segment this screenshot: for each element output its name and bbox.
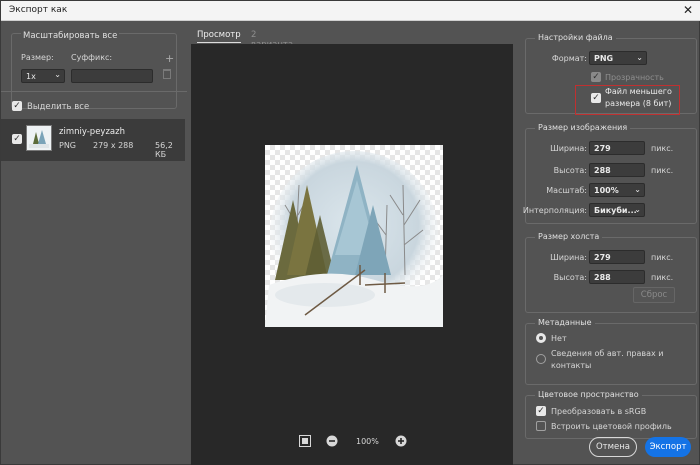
canvas-width-input[interactable]: 279 bbox=[589, 250, 645, 264]
image-width-label: Ширина: bbox=[550, 144, 587, 153]
color-space-title: Цветовое пространство bbox=[535, 390, 642, 399]
color-space-group bbox=[525, 395, 697, 439]
interpolation-label: Интерполяция: bbox=[522, 206, 587, 215]
file-thumbnail bbox=[26, 125, 52, 151]
canvas-height-input[interactable]: 288 bbox=[589, 270, 645, 284]
image-height-value: 288 bbox=[594, 166, 611, 175]
format-select[interactable]: PNG ⌄ bbox=[589, 51, 647, 65]
size-select-value: 1x bbox=[26, 72, 36, 81]
size-select[interactable]: 1x ⌄ bbox=[21, 69, 65, 83]
zoom-level: 100% bbox=[356, 437, 379, 446]
metadata-copyright-radio[interactable] bbox=[536, 354, 546, 364]
image-width-input[interactable]: 279 bbox=[589, 141, 645, 155]
convert-srgb-checkbox[interactable]: ✓ bbox=[536, 406, 546, 416]
left-panel: Масштабировать все Размер: Суффикс: + 1x… bbox=[1, 21, 187, 465]
chevron-down-icon: ⌄ bbox=[636, 53, 643, 62]
zoom-in-icon[interactable] bbox=[395, 435, 407, 449]
suffix-input[interactable] bbox=[71, 69, 153, 83]
size-label: Размер: bbox=[21, 53, 54, 62]
image-width-value: 279 bbox=[594, 144, 611, 153]
trash-icon[interactable] bbox=[163, 69, 171, 79]
canvas-width-unit: пикс. bbox=[651, 253, 674, 262]
canvas-height-unit: пикс. bbox=[651, 273, 674, 282]
canvas-width-label: Ширина: bbox=[550, 253, 587, 262]
scale-value: 100% bbox=[594, 186, 619, 195]
image-height-label: Высота: bbox=[553, 166, 587, 175]
file-name: zimniy-peyzazh bbox=[59, 127, 125, 137]
cancel-button[interactable]: Отмена bbox=[589, 437, 637, 457]
close-icon[interactable]: ✕ bbox=[683, 3, 693, 17]
transparency-checkbox[interactable]: ✓ bbox=[591, 72, 601, 82]
winter-landscape-image bbox=[265, 151, 443, 327]
embed-profile-label: Встроить цветовой профиль bbox=[551, 422, 672, 431]
divider bbox=[1, 91, 187, 92]
export-button[interactable]: Экспорт bbox=[645, 437, 691, 457]
scale-all-title: Масштабировать все bbox=[21, 31, 120, 41]
preview-image bbox=[265, 145, 443, 327]
interpolation-select[interactable]: Бикуби... ⌄ bbox=[589, 203, 645, 217]
chevron-down-icon: ⌄ bbox=[54, 70, 61, 79]
add-scale-icon[interactable]: + bbox=[165, 52, 174, 65]
highlight-annotation bbox=[575, 85, 680, 115]
canvas-height-label: Высота: bbox=[553, 273, 587, 282]
convert-srgb-label: Преобразовать в sRGB bbox=[551, 407, 647, 416]
canvas-size-title: Размер холста bbox=[535, 232, 603, 241]
scale-select[interactable]: 100% ⌄ bbox=[589, 183, 645, 197]
file-size: 56,2 КБ bbox=[155, 141, 173, 159]
zoom-out-icon[interactable] bbox=[326, 435, 338, 449]
chevron-down-icon: ⌄ bbox=[634, 205, 641, 214]
chevron-down-icon: ⌄ bbox=[634, 185, 641, 194]
image-size-title: Размер изображения bbox=[535, 123, 631, 132]
preview-area: 100% bbox=[191, 44, 513, 465]
canvas-height-value: 288 bbox=[594, 273, 611, 282]
file-format: PNG bbox=[59, 141, 77, 150]
select-all-checkbox[interactable]: ✓ bbox=[12, 101, 22, 111]
embed-profile-checkbox[interactable] bbox=[536, 421, 546, 431]
export-as-dialog: Экспорт как ✕ Масштабировать все Размер:… bbox=[0, 0, 700, 465]
image-height-unit: пикс. bbox=[651, 166, 674, 175]
file-checkbox[interactable]: ✓ bbox=[12, 134, 22, 144]
canvas-width-value: 279 bbox=[594, 253, 611, 262]
window-title: Экспорт как bbox=[9, 5, 68, 15]
file-settings-title: Настройки файла bbox=[535, 33, 616, 42]
suffix-label: Суффикс: bbox=[71, 53, 113, 62]
metadata-copyright-label-line2: контакты bbox=[551, 361, 592, 370]
metadata-title: Метаданные bbox=[535, 318, 595, 327]
metadata-none-radio[interactable] bbox=[536, 333, 546, 343]
file-list-item[interactable]: ✓ zimniy-peyzazh PNG 279 x 288 56,2 КБ bbox=[1, 119, 185, 161]
fit-screen-icon[interactable] bbox=[299, 435, 311, 449]
image-width-unit: пикс. bbox=[651, 144, 674, 153]
metadata-copyright-label-line1: Сведения об авт. правах и bbox=[551, 349, 664, 358]
format-value: PNG bbox=[594, 54, 614, 63]
image-height-input[interactable]: 288 bbox=[589, 163, 645, 177]
title-bar: Экспорт как ✕ bbox=[1, 1, 700, 21]
metadata-none-label: Нет bbox=[551, 334, 567, 343]
file-dimensions: 279 x 288 bbox=[93, 141, 134, 150]
interpolation-value: Бикуби... bbox=[594, 206, 637, 215]
format-label: Формат: bbox=[551, 54, 587, 63]
scale-label: Масштаб: bbox=[546, 186, 587, 195]
select-all-label: Выделить все bbox=[27, 102, 90, 112]
transparency-label: Прозрачность bbox=[605, 73, 664, 82]
reset-button[interactable]: Сброс bbox=[633, 287, 675, 303]
tab-preview[interactable]: Просмотр bbox=[197, 30, 241, 43]
